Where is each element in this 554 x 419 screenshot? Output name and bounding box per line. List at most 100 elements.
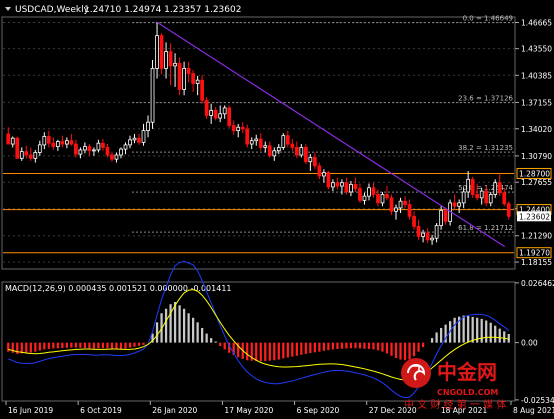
candle-body xyxy=(37,144,42,153)
candle-body xyxy=(222,107,227,115)
candle-body xyxy=(389,197,394,212)
macd-tick-label: 0.026462 xyxy=(521,279,554,288)
candle-body xyxy=(335,182,340,187)
candle-body xyxy=(303,147,308,163)
candle-body xyxy=(263,145,268,148)
candle-body xyxy=(10,137,15,145)
candle-body xyxy=(434,225,439,239)
candle-body xyxy=(110,154,114,160)
candle-body xyxy=(416,226,421,237)
candle-body xyxy=(344,182,349,193)
candle-body xyxy=(380,194,385,204)
candle-body xyxy=(439,210,443,226)
price-tick-label: 1.43550 xyxy=(521,45,552,54)
candle xyxy=(470,176,475,198)
watermark-slogan: 中 文 财 经 第 一 媒 体 xyxy=(404,398,506,411)
candle-body xyxy=(240,126,245,130)
candle-body xyxy=(200,79,205,101)
candle-body xyxy=(65,140,69,145)
candle-body xyxy=(488,194,493,204)
time-tick-label: 16 Jun 2019 xyxy=(8,406,53,415)
candle-body xyxy=(15,137,20,159)
candle-body xyxy=(55,141,60,147)
candle-body xyxy=(290,143,295,148)
candle-body xyxy=(457,202,462,207)
mt4-chart-window[interactable]: 0.0 = 1.46649 23.6 = 1.37126 38.2 = 1.3123… xyxy=(0,0,554,419)
candle-body xyxy=(502,192,507,205)
price-tick-label: 1.27655 xyxy=(521,178,552,187)
price-tick-label: 1.37155 xyxy=(521,98,552,107)
candle-body xyxy=(466,178,471,193)
candle-body xyxy=(155,35,159,69)
candle-body xyxy=(326,172,331,188)
candle-body xyxy=(398,200,403,209)
candle-body xyxy=(340,182,344,187)
candle-body xyxy=(322,172,326,177)
candle-body xyxy=(96,142,101,151)
time-tick-label: 8 Aug 2021 xyxy=(513,406,554,415)
candle xyxy=(177,57,182,96)
candle-body xyxy=(267,145,272,157)
candle-body xyxy=(362,195,367,201)
candle-body xyxy=(308,157,313,163)
fib-level-label: 23.6 = 1.37126 xyxy=(458,95,513,103)
fib-level-label: 0.0 = 1.46649 xyxy=(463,15,513,23)
candle-body xyxy=(164,51,168,69)
candle xyxy=(15,136,20,159)
ohlc-values: 1.24710 1.24974 1.23357 1.23602 xyxy=(84,5,241,15)
candle-body xyxy=(24,151,29,156)
candle-body xyxy=(299,147,304,156)
candle-body xyxy=(294,147,299,156)
candle-body xyxy=(461,191,466,204)
time-tick-label: 17 May 2020 xyxy=(224,406,273,415)
candle-body xyxy=(421,232,425,237)
candle-body xyxy=(493,182,498,195)
candle-body xyxy=(371,187,376,195)
candle-body xyxy=(349,183,353,193)
candle-body xyxy=(213,110,218,119)
price-tick-label: 1.21290 xyxy=(521,232,552,241)
candle-body xyxy=(168,51,173,67)
candle-body xyxy=(218,113,223,119)
macd-tick-label: -0.025348 xyxy=(521,396,554,405)
candle-body xyxy=(285,135,290,145)
candle-body xyxy=(173,62,177,67)
candle-body xyxy=(141,130,146,143)
time-tick-label: 6 Sep 2020 xyxy=(297,406,340,415)
candle-body xyxy=(385,194,389,199)
time-tick-label: 26 Jan 2020 xyxy=(152,406,197,415)
candle-body xyxy=(19,151,24,159)
level-tag-label: 1.19270 xyxy=(519,249,550,258)
price-tick-label: 1.18155 xyxy=(521,258,552,267)
candle-body xyxy=(204,99,209,116)
candle-body xyxy=(412,215,416,227)
candle xyxy=(204,96,209,119)
candle-body xyxy=(51,142,56,147)
watermark-name: 中金网 xyxy=(437,360,497,384)
candle-body xyxy=(186,68,191,74)
candle-body xyxy=(353,183,358,189)
candle-body xyxy=(312,157,317,167)
candle-body xyxy=(430,237,434,241)
price-tick-label: 1.46665 xyxy=(521,18,552,27)
candle-body xyxy=(209,110,214,116)
candle-body xyxy=(60,141,65,145)
candle xyxy=(303,144,308,165)
macd-tick-label: 0.00 xyxy=(521,339,538,348)
candle-body xyxy=(249,140,254,145)
candle-body xyxy=(376,194,380,204)
candle-body xyxy=(245,128,250,145)
candle-body xyxy=(123,144,128,150)
candle-body xyxy=(367,187,371,197)
candle xyxy=(389,194,394,215)
candle-body xyxy=(452,202,457,207)
candle-body xyxy=(484,190,489,204)
candle-body xyxy=(443,210,448,222)
candle-body xyxy=(331,182,335,188)
candle-body xyxy=(195,79,200,84)
candle-body xyxy=(78,149,83,155)
candle-body xyxy=(28,154,33,159)
candle-body xyxy=(33,152,38,159)
candle-body xyxy=(87,146,92,152)
candle-body xyxy=(407,204,412,217)
